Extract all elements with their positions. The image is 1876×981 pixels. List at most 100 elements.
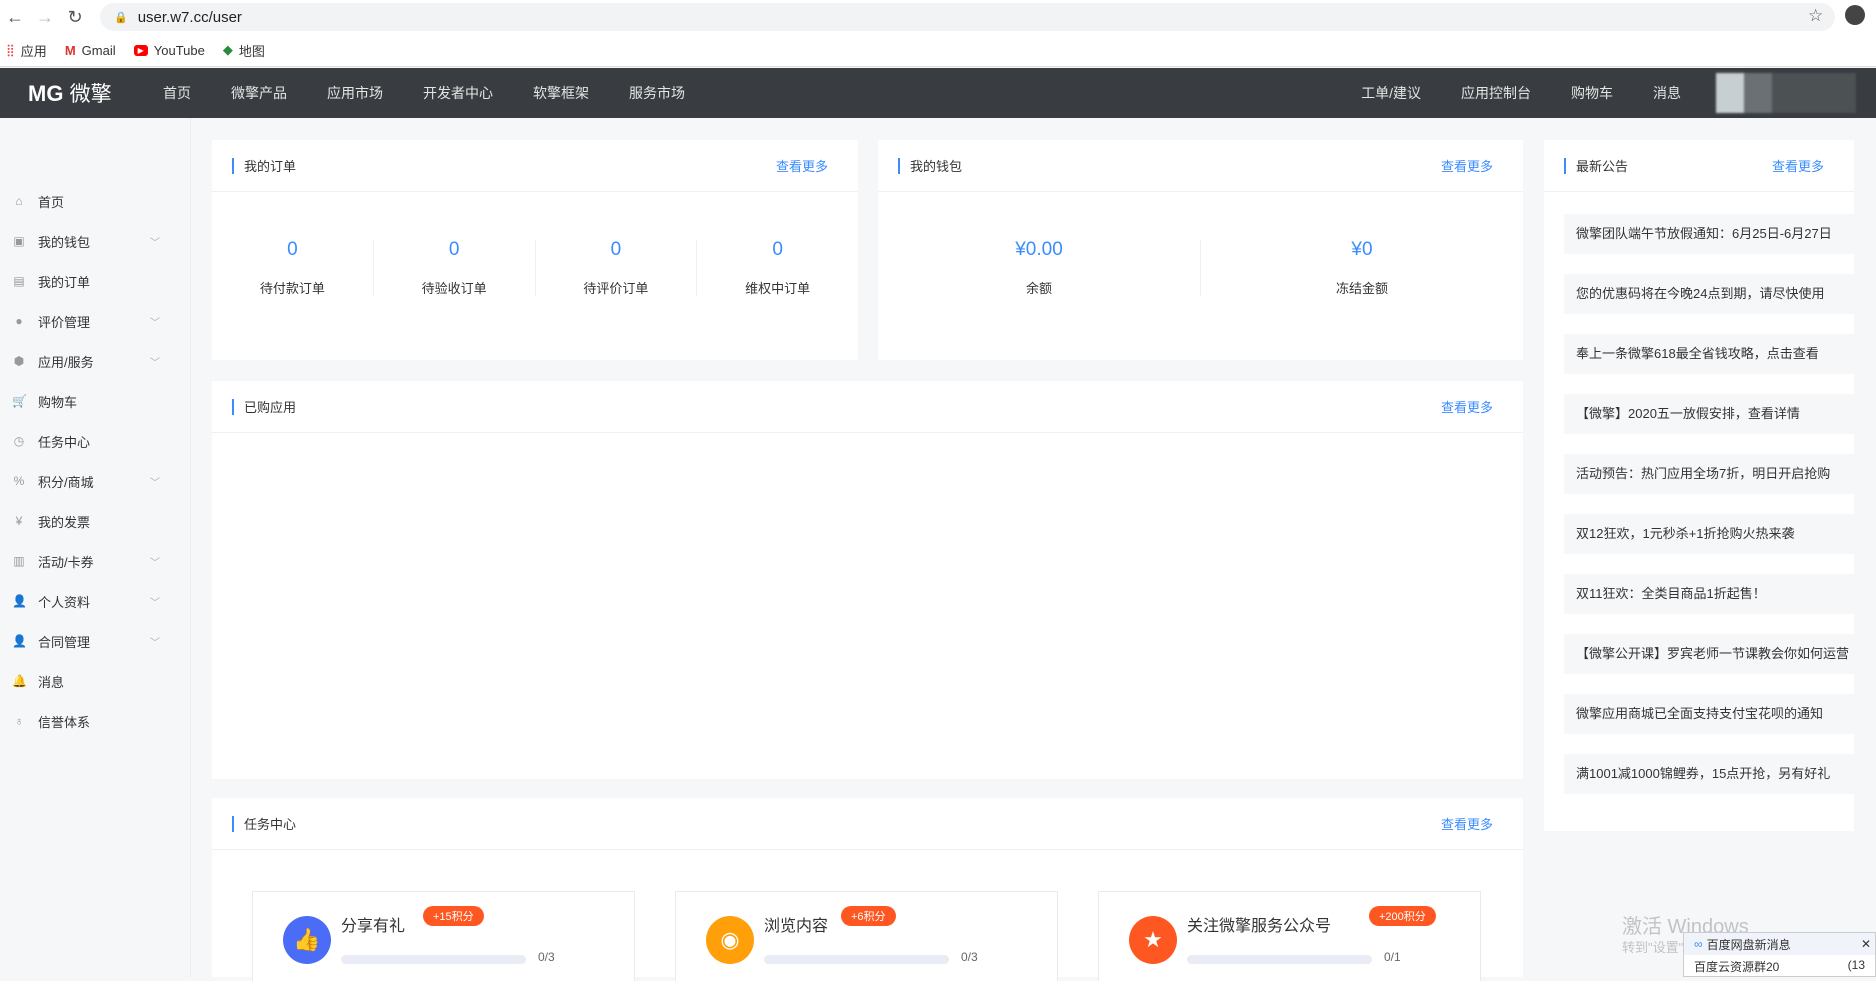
announcement-item[interactable]: 【微擎】2020五一放假安排，查看详情 <box>1564 394 1854 434</box>
stat-item[interactable]: 0 待评价订单 <box>534 239 697 296</box>
close-icon[interactable]: ✕ <box>1861 937 1871 951</box>
reload-icon[interactable]: ↻ <box>60 7 90 28</box>
bell-icon: 🔔 <box>12 674 27 688</box>
chevron-down-icon[interactable]: ﹀ <box>150 634 160 649</box>
stat-label: 余额 <box>1025 281 1052 296</box>
bookmark-gmail[interactable]: M Gmail <box>65 43 116 58</box>
clock-icon: ◷ <box>13 434 25 448</box>
wallet-more-link[interactable]: 查看更多 <box>1441 156 1493 175</box>
logo[interactable]: MG 微擎 <box>28 78 163 108</box>
user-avatar[interactable] <box>1716 73 1856 113</box>
announcement-item[interactable]: 微擎团队端午节放假通知：6月25日-6月27日 <box>1564 214 1854 254</box>
nav-home[interactable]: 首页 <box>163 83 191 103</box>
announcement-item[interactable]: 【微擎公开课】罗宾老师一节课教会你如何运营 <box>1564 634 1854 674</box>
nav-service-market[interactable]: 服务市场 <box>629 83 685 103</box>
stat-item[interactable]: ¥0 冻结金额 <box>1200 240 1523 296</box>
announcement-item[interactable]: 满1001减1000锦鲤券，15点开抢，另有好礼 <box>1564 754 1854 794</box>
purchased-more-link[interactable]: 查看更多 <box>1441 397 1493 416</box>
cube-icon: ⬢ <box>13 354 25 368</box>
nav-developer[interactable]: 开发者中心 <box>423 83 493 103</box>
chevron-down-icon[interactable]: ﹀ <box>150 474 160 489</box>
announcements-card: 最新公告 查看更多 微擎团队端午节放假通知：6月25日-6月27日 您的优惠码将在今… <box>1544 140 1854 831</box>
chevron-down-icon[interactable]: ﹀ <box>150 554 160 569</box>
task-card[interactable]: ◉ 浏览内容 +6积分 0/3 <box>675 891 1058 981</box>
card-title: 我的订单 <box>244 159 297 174</box>
stat-value: 0 <box>287 239 298 260</box>
wallet-icon: ▣ <box>13 234 25 248</box>
back-icon[interactable]: ← <box>0 7 30 28</box>
announcement-item[interactable]: 您的优惠码将在今晚24点到期，请尽快使用 <box>1564 274 1854 314</box>
forward-icon[interactable]: → <box>30 7 60 28</box>
sidebar-item[interactable]: ¥ 我的发票 <box>0 501 191 541</box>
eye-icon: ◉ <box>706 916 754 964</box>
star-icon[interactable]: ☆ <box>1808 6 1823 26</box>
announcement-item[interactable]: 微擎应用商城已全面支持支付宝花呗的通知 <box>1564 694 1854 734</box>
stat-value: 0 <box>448 239 460 260</box>
sidebar-item-label: 应用/服务 <box>38 354 94 370</box>
invoice-icon: ¥ <box>15 514 23 528</box>
wallet-card: 我的钱包 查看更多 ¥0.00 余额 ¥0 冻结金额 <box>878 140 1523 360</box>
sidebar-item[interactable]: 🔔 消息 <box>0 661 191 701</box>
sidebar-item[interactable]: ▥ 活动/卡券 ﹀ <box>0 541 191 581</box>
stat-item[interactable]: 0 维权中订单 <box>696 240 858 296</box>
tasks-more-link[interactable]: 查看更多 <box>1441 814 1493 833</box>
announcement-item[interactable]: 双12狂欢，1元秒杀+1折抢购火热来袭 <box>1564 514 1854 554</box>
sidebar-item-label: 个人资料 <box>38 594 91 610</box>
sidebar-item-label: 我的订单 <box>38 274 91 290</box>
stat-item[interactable]: ¥0.00 余额 <box>878 240 1200 297</box>
sidebar-item[interactable]: ⬢ 应用/服务 ﹀ <box>0 341 191 381</box>
bookmark-youtube[interactable]: ▶ YouTube <box>133 43 205 58</box>
nav-console[interactable]: 应用控制台 <box>1461 83 1531 103</box>
stat-value: 0 <box>610 239 622 260</box>
sidebar-item-label: 我的发票 <box>38 514 91 530</box>
address-bar[interactable]: 🔒 user.w7.cc/user <box>100 3 1835 31</box>
stat-label: 冻结金额 <box>1335 281 1388 296</box>
stat-label: 待验收订单 <box>421 281 487 296</box>
thumbs-up-icon: 👍 <box>283 916 331 964</box>
nav-tickets[interactable]: 工单/建议 <box>1361 83 1421 103</box>
chevron-down-icon[interactable]: ﹀ <box>150 354 160 369</box>
sidebar-item-label: 首页 <box>38 194 65 210</box>
orders-card: 我的订单 查看更多 0 待付款订单 0 待验收订单 0 待评价订单 0 维权中订单 <box>212 140 858 360</box>
task-card[interactable]: ★ 关注微擎服务公众号 +200积分 0/1 <box>1098 891 1481 981</box>
points-badge: +200积分 <box>1369 906 1436 926</box>
nav-products[interactable]: 微擎产品 <box>231 83 287 103</box>
announcement-item[interactable]: 双11狂欢：全类目商品1折起售！ <box>1564 574 1854 614</box>
sidebar-item[interactable]: % 积分/商城 ﹀ <box>0 461 191 501</box>
sidebar-item[interactable]: 👤 合同管理 ﹀ <box>0 621 191 661</box>
baidu-toast[interactable]: ∞ 百度网盘新消息 ✕ 百度云资源群20 (13 <box>1683 932 1876 977</box>
nav-app-market[interactable]: 应用市场 <box>327 83 383 103</box>
browser-toolbar: ← → ↻ 🔒 user.w7.cc/user ☆ <box>0 0 1876 34</box>
bookmark-maps[interactable]: ◆ 地图 <box>223 41 265 60</box>
star-icon: ★ <box>1129 916 1177 964</box>
stat-item[interactable]: 0 待验收订单 <box>372 239 535 296</box>
percent-icon: % <box>13 474 25 488</box>
task-center-card: 任务中心 查看更多 👍 分享有礼 +15积分 0/3 ◉ 浏览内容 +6积分 0/3 ★ 关注微擎服… <box>212 798 1523 981</box>
card-title: 任务中心 <box>244 817 297 832</box>
sidebar-item[interactable]: ◷ 任务中心 <box>0 421 191 461</box>
sidebar-item[interactable]: ● 评价管理 ﹀ <box>0 301 191 341</box>
sidebar-item[interactable]: ▤ 我的订单 <box>0 261 191 301</box>
announcements-more-link[interactable]: 查看更多 <box>1772 156 1824 175</box>
profile-icon[interactable] <box>1845 5 1865 25</box>
nav-framework[interactable]: 软擎框架 <box>533 83 589 103</box>
nav-messages[interactable]: 消息 <box>1653 83 1681 103</box>
task-progress-text: 0/3 <box>961 950 978 964</box>
sidebar-item[interactable]: ♁ 信誉体系 <box>0 701 191 741</box>
stat-item[interactable]: 0 待付款订单 <box>212 239 373 297</box>
chevron-down-icon[interactable]: ﹀ <box>150 234 160 249</box>
bookmarks-bar: ⣿ 应用 M Gmail ▶ YouTube ◆ 地图 <box>0 34 1876 67</box>
sidebar-item[interactable]: ▣ 我的钱包 ﹀ <box>0 221 191 261</box>
task-card[interactable]: 👍 分享有礼 +15积分 0/3 <box>252 891 635 981</box>
bookmark-apps[interactable]: ⣿ 应用 <box>6 41 47 60</box>
chevron-down-icon[interactable]: ﹀ <box>150 314 160 329</box>
announcement-item[interactable]: 活动预告：热门应用全场7折，明日开启抢购 <box>1564 454 1854 494</box>
maps-icon: ◆ <box>222 42 233 57</box>
sidebar-item[interactable]: 🛒 购物车 <box>0 381 191 421</box>
sidebar-item[interactable]: ⌂ 首页 <box>0 181 191 221</box>
nav-cart[interactable]: 购物车 <box>1571 83 1613 103</box>
chevron-down-icon[interactable]: ﹀ <box>150 594 160 609</box>
orders-more-link[interactable]: 查看更多 <box>776 156 828 175</box>
announcement-item[interactable]: 奉上一条微擎618最全省钱攻略，点击查看 <box>1564 334 1854 374</box>
sidebar-item[interactable]: 👤 个人资料 ﹀ <box>0 581 191 621</box>
